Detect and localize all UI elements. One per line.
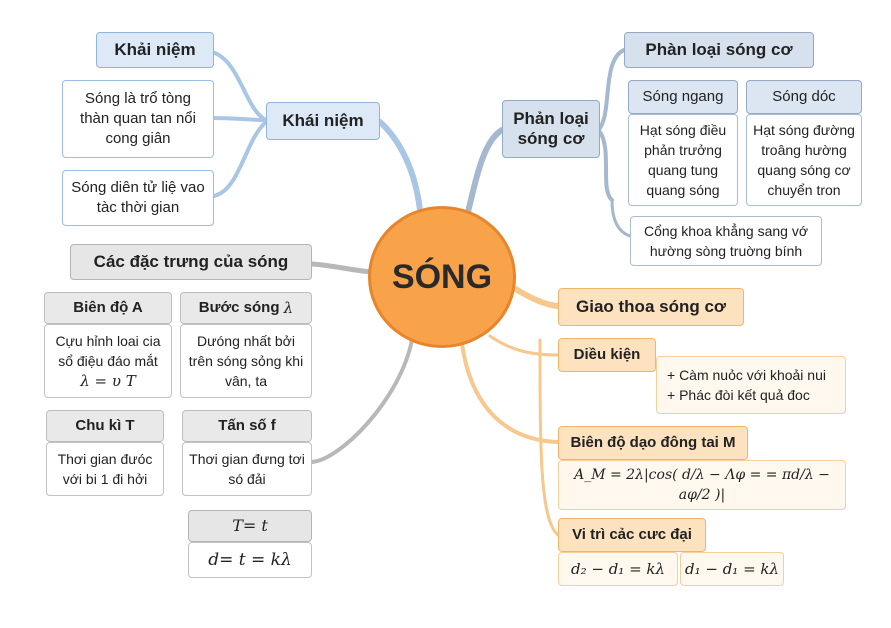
formula-period-box: T= t — [188, 510, 312, 542]
central-topic[interactable]: SÓNG — [368, 206, 516, 348]
khai-niem-definition-2: Sóng diên tử liệ vao tàc thời gian — [62, 170, 214, 226]
bien-do-box: Cựu hỉnh loai cia sổ điệu đáo mắt λ = υ … — [44, 324, 172, 398]
bien-do-title[interactable]: Biên độ A — [44, 292, 172, 324]
connector-center-khai-niem — [377, 119, 423, 213]
connector-khai-niem-def2 — [212, 120, 268, 198]
bien-do-m-formula: A_M = 2λ|cos( d/λ − Λφ = = πd/λ − aφ/2 )… — [558, 460, 846, 510]
dieu-kien-item-2: + Phác đòi kết quả đoc — [667, 387, 810, 403]
formula-distance-box: d= t = kλ — [188, 542, 312, 578]
dac-trung-branch[interactable]: Các đặc trưng của sóng — [70, 244, 312, 280]
song-ngang-title[interactable]: Sóng ngang — [628, 80, 738, 114]
tan-so-title[interactable]: Tấn số f — [182, 410, 312, 442]
chu-ki-desc: Thơi gian đưóc với bi 1 đi hởi — [46, 442, 164, 496]
song-doc-title[interactable]: Sóng dóc — [746, 80, 862, 114]
chu-ki-title[interactable]: Chu kì T — [46, 410, 164, 442]
vi-tri-formula-1: d₂ − d₁ = kλ — [558, 552, 678, 586]
connector-center-phan-loai — [465, 127, 505, 215]
connector-center-dac-trung — [309, 261, 375, 275]
vi-tri-formula-2: d₁ − d₁ = kλ — [680, 552, 784, 586]
bien-do-desc: Cựu hỉnh loai cia sổ điệu đáo mắt — [55, 333, 161, 369]
phan-loai-note: Cổng khoa khẳng sang vớ hường sòng truờn… — [630, 216, 822, 266]
khai-niem-definition-1: Sóng là trổ tòng thàn quan tan nổi cong … — [62, 80, 214, 158]
khai-niem-branch[interactable]: Khái niệm — [266, 102, 380, 140]
dieu-kien-title[interactable]: Diều kiện — [558, 338, 656, 372]
buoc-song-desc: Dưóng nhất bởi trên sóng sỏng khi vân, t… — [180, 324, 312, 398]
buoc-song-symbol: λ — [283, 299, 294, 317]
connector-center-bien-do-m — [460, 342, 560, 444]
vi-tri-title[interactable]: Vi trì cảc cưc đại — [558, 518, 706, 552]
connector-center-dac-trung-low — [310, 338, 414, 464]
khai-niem-top-label[interactable]: Khải niệm — [96, 32, 214, 68]
connector-phan-loai-group — [598, 130, 614, 202]
giao-thoa-branch[interactable]: Giao thoa sóng cơ — [558, 288, 744, 326]
dieu-kien-list: + Càm nuỏc với khoải nui + Phác đòi kết … — [656, 356, 846, 414]
song-ngang-desc: Hạt sóng điều phản trưởng quang tung qua… — [628, 114, 738, 206]
connector-center-vi-tri — [538, 338, 560, 537]
phan-loai-branch[interactable]: Phản loại sóng cơ — [502, 100, 600, 158]
connector-phan-loai-top — [598, 48, 626, 130]
song-doc-desc: Hạt sóng đường troâng hường quang sóng c… — [746, 114, 862, 206]
connector-center-giao-thoa — [511, 285, 561, 309]
connector-phan-loai-note — [610, 198, 632, 238]
buoc-song-title: Bước sóng — [198, 299, 280, 316]
buoc-song-title-box[interactable]: Bước sóng λ — [180, 292, 312, 324]
tan-so-desc: Thơi gian đưng tơi só đải — [182, 442, 312, 496]
bien-do-m-title[interactable]: Biên độ dạo đông tai M — [558, 426, 748, 460]
connector-center-dieu-kien — [488, 334, 560, 357]
phan-loai-top-label[interactable]: Phàn loại sóng cơ — [624, 32, 814, 68]
connector-khai-niem-top — [210, 50, 268, 122]
dieu-kien-item-1: + Càm nuỏc với khoải nui — [667, 367, 826, 383]
bien-do-formula: λ = υ T — [80, 372, 136, 390]
connector-khai-niem-def1 — [212, 116, 268, 122]
